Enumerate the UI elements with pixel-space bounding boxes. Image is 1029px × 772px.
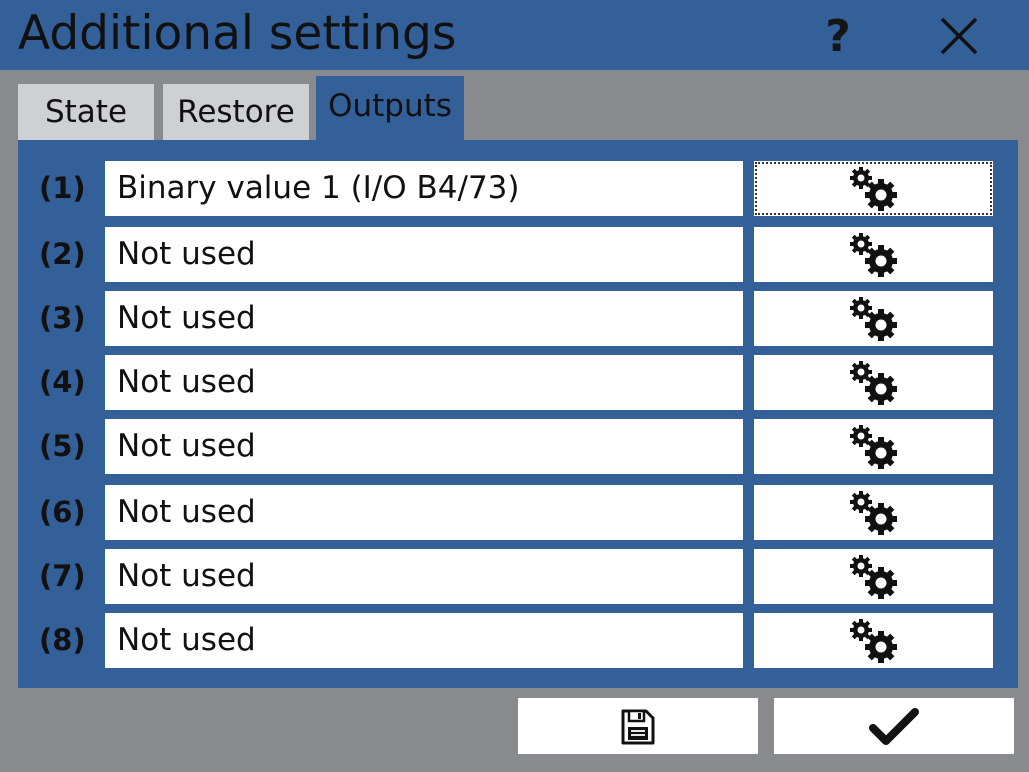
tab-restore[interactable]: Restore: [163, 84, 309, 140]
output-value-field[interactable]: Binary value 1 (I/O B4/73): [105, 161, 743, 216]
output-settings-button[interactable]: [754, 613, 993, 668]
close-button[interactable]: [930, 8, 990, 66]
checkmark-icon: [869, 708, 919, 745]
tab-outputs-label: Outputs: [328, 88, 452, 124]
gears-icon: [850, 167, 897, 211]
tab-state-label: State: [44, 94, 128, 130]
output-value-field[interactable]: Not used: [105, 613, 743, 668]
output-value-field[interactable]: Not used: [105, 485, 743, 540]
output-settings-button[interactable]: [754, 549, 993, 604]
close-icon: [940, 17, 978, 55]
output-settings-button[interactable]: [754, 227, 993, 282]
gears-icon: [850, 555, 897, 599]
gears-icon: [850, 425, 897, 469]
output-settings-button[interactable]: [754, 161, 993, 216]
outputs-panel: (1) Binary value 1 (I/O B4/73) (2) Not u…: [18, 140, 1018, 688]
output-settings-button[interactable]: [754, 291, 993, 346]
gears-icon: [850, 361, 897, 405]
gears-icon: [850, 297, 897, 341]
output-value-field[interactable]: Not used: [105, 291, 743, 346]
additional-settings-dialog: Additional settings ? State Restore Outp…: [0, 0, 1029, 772]
output-value-field[interactable]: Not used: [105, 355, 743, 410]
output-value-field[interactable]: Not used: [105, 227, 743, 282]
save-icon: [621, 709, 655, 745]
help-button[interactable]: ?: [810, 8, 866, 64]
gears-icon: [850, 619, 897, 663]
output-settings-button[interactable]: [754, 355, 993, 410]
confirm-button[interactable]: [774, 698, 1014, 754]
output-settings-button[interactable]: [754, 419, 993, 474]
output-value-field[interactable]: Not used: [105, 419, 743, 474]
gears-icon: [850, 491, 897, 535]
output-settings-button[interactable]: [754, 485, 993, 540]
tab-outputs[interactable]: Outputs: [316, 76, 464, 142]
output-value-field[interactable]: Not used: [105, 549, 743, 604]
tab-state[interactable]: State: [18, 84, 154, 140]
gears-icon: [850, 233, 897, 277]
tab-restore-label: Restore: [177, 94, 295, 130]
dialog-title: Additional settings: [18, 6, 457, 61]
save-button[interactable]: [518, 698, 758, 754]
title-bar: Additional settings ?: [0, 0, 1029, 70]
